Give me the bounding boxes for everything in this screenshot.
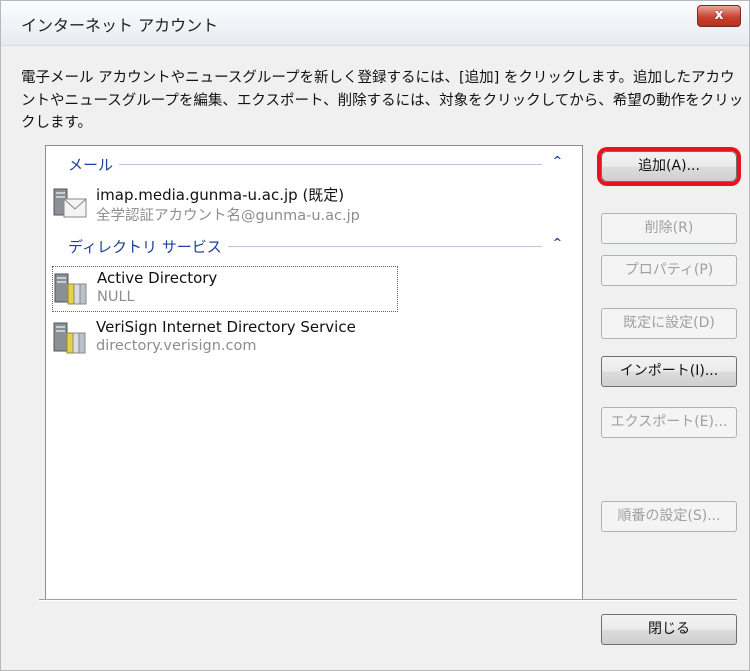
close-window-button[interactable]: x (697, 5, 741, 27)
account-detail: 全学認証アカウント名@gunma-u.ac.jp (96, 208, 360, 224)
group-divider (68, 164, 542, 165)
close-button[interactable]: 閉じる (601, 614, 737, 645)
order-settings-button[interactable]: 順番の設定(S)... (601, 501, 737, 532)
window-title: インターネット アカウント (21, 16, 219, 35)
internet-accounts-dialog: インターネット アカウント x 電子メール アカウントやニュースグループを新しく… (0, 0, 750, 671)
account-list[interactable]: メール ^ imap.media.gunma-u.ac.jp (既定) 全学認証… (45, 145, 583, 601)
set-default-button[interactable]: 既定に設定(D) (601, 308, 737, 339)
account-name: VeriSign Internet Directory Service (96, 318, 356, 336)
account-detail: NULL (97, 289, 135, 305)
properties-button[interactable]: プロパティ(P) (601, 255, 737, 286)
separator (39, 599, 737, 601)
group-header-directory[interactable]: ディレクトリ サービス ^ (60, 236, 568, 257)
account-item-active-directory[interactable]: Active Directory NULL (52, 266, 398, 312)
account-detail: directory.verisign.com (96, 338, 257, 354)
collapse-chevron-icon[interactable]: ^ (553, 236, 562, 249)
close-icon: x (714, 7, 724, 23)
directory-service-icon (53, 322, 86, 354)
delete-button[interactable]: 削除(R) (601, 213, 737, 244)
collapse-chevron-icon[interactable]: ^ (553, 154, 562, 167)
export-button[interactable]: エクスポート(E)... (601, 407, 737, 438)
account-name: imap.media.gunma-u.ac.jp (既定) (96, 186, 345, 204)
instructions-text: 電子メール アカウントやニュースグループを新しく登録するには、[追加] をクリッ… (21, 70, 744, 131)
mail-account-icon (53, 188, 87, 218)
add-button[interactable]: 追加(A)... (601, 151, 737, 182)
account-item-verisign[interactable]: VeriSign Internet Directory Service dire… (52, 316, 398, 362)
directory-service-icon (54, 273, 87, 305)
group-header-mail[interactable]: メール ^ (60, 154, 568, 175)
account-item-imap[interactable]: imap.media.gunma-u.ac.jp (既定) 全学認証アカウント名… (52, 182, 398, 228)
group-label-directory: ディレクトリ サービス (68, 236, 228, 257)
import-button[interactable]: インポート(I)... (601, 356, 737, 387)
title-bar: インターネット アカウント x (1, 1, 749, 46)
account-name: Active Directory (97, 269, 218, 287)
group-label-mail: メール (68, 154, 120, 175)
